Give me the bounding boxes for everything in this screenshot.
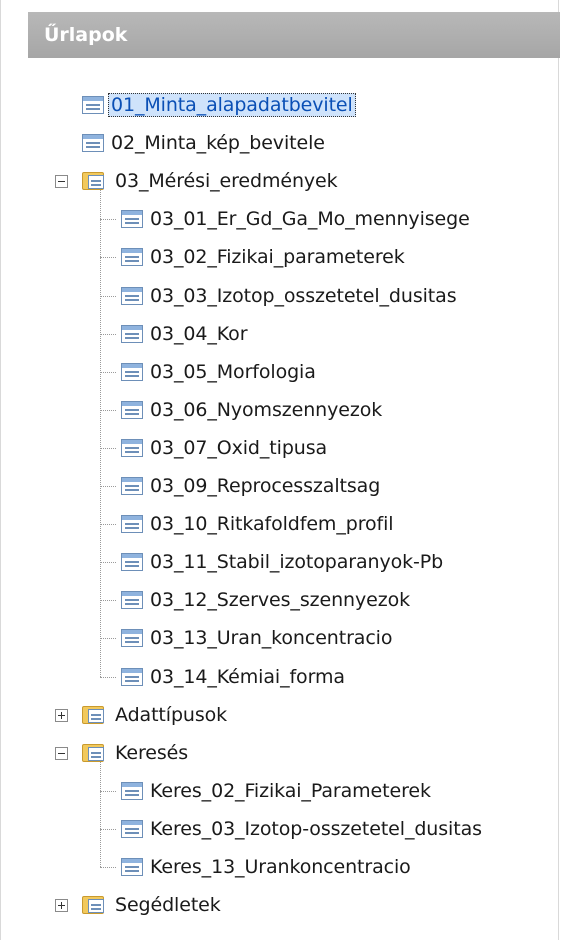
form-icon (121, 287, 143, 305)
tree-connector (100, 677, 116, 678)
tree-item[interactable]: 03_11_Stabil_izotoparanyok-Pb (121, 543, 443, 581)
tree-item-label: Segédletek (115, 894, 221, 916)
tree-item-label: 03_07_Oxid_tipusa (150, 437, 328, 459)
tree-connector (100, 486, 116, 487)
form-icon (121, 553, 143, 571)
tree-item[interactable]: Keres_13_Urankoncentracio (121, 848, 411, 886)
tree-item-label: 03_03_Izotop_osszetetel_dusitas (150, 285, 457, 307)
form-icon (121, 439, 143, 457)
tree-item[interactable]: 03_05_Morfologia (121, 353, 316, 391)
form-icon (121, 210, 143, 228)
folder-icon (82, 895, 106, 915)
tree-item[interactable]: 02_Minta_kép_bevitele (82, 124, 325, 162)
tree-connector (100, 524, 116, 525)
tree-item[interactable]: Keres_02_Fizikai_Parameterek (121, 772, 431, 810)
tree-connector (100, 867, 116, 868)
tree-group[interactable]: Keresés (55, 734, 188, 772)
tree-connector (100, 562, 116, 563)
expand-toggle-icon[interactable] (55, 898, 68, 912)
form-icon (121, 515, 143, 533)
tree-connector (100, 190, 101, 677)
form-icon (121, 477, 143, 495)
tree-item[interactable]: 01_Minta_alapadatbevitel (82, 86, 356, 124)
folder-icon (82, 705, 106, 725)
tree-item-label: 01_Minta_alapadatbevitel (108, 93, 356, 117)
form-icon (121, 782, 143, 800)
tree-item-label: 03_06_Nyomszennyezok (150, 399, 383, 421)
collapse-toggle-icon[interactable] (55, 746, 68, 760)
collapse-toggle-icon[interactable] (55, 174, 68, 188)
tree-connector (100, 762, 101, 867)
tree-item-label: 03_12_Szerves_szennyezok (150, 589, 411, 611)
tree-connector (100, 257, 116, 258)
tree-item[interactable]: Keres_03_Izotop-osszetetel_dusitas (121, 810, 482, 848)
tree-item-label: 03_Mérési_eredmények (115, 170, 338, 192)
tree-item-label: Keres_02_Fizikai_Parameterek (150, 780, 431, 802)
form-icon (121, 248, 143, 266)
tree-item[interactable]: 03_13_Uran_koncentracio (121, 619, 392, 657)
navigation-pane: Űrlapok 01_Minta_alapadatbevitel 02_Minta… (0, 0, 560, 940)
tree-item-label: 03_09_Reprocesszaltsag (150, 475, 381, 497)
tree-item-label: Adattípusok (115, 704, 228, 726)
tree-item[interactable]: 03_06_Nyomszennyezok (121, 391, 382, 429)
tree-item-label: 03_11_Stabil_izotoparanyok-Pb (150, 551, 444, 573)
tree-item-label: 03_10_Ritkafoldfem_profil (150, 513, 394, 535)
tree-item-label: Keresés (115, 742, 189, 764)
tree-item[interactable]: 03_10_Ritkafoldfem_profil (121, 505, 394, 543)
form-icon (121, 668, 143, 686)
tree-group[interactable]: 03_Mérési_eredmények (55, 162, 338, 200)
form-icon (121, 591, 143, 609)
tree-connector (100, 600, 116, 601)
form-icon (121, 363, 143, 381)
form-icon (121, 858, 143, 876)
expand-toggle-icon[interactable] (55, 708, 68, 722)
tree-item-label: 03_02_Fizikai_parameterek (150, 246, 405, 268)
tree-connector (100, 410, 116, 411)
tree-item-label: Keres_03_Izotop-osszetetel_dusitas (150, 818, 482, 840)
tree-item-label: 02_Minta_kép_bevitele (111, 132, 325, 154)
tree-connector (100, 296, 116, 297)
tree-item-label: 03_13_Uran_koncentracio (150, 627, 393, 649)
tree-item[interactable]: 03_12_Szerves_szennyezok (121, 581, 410, 619)
tree-item-label: 03_14_Kémiai_forma (150, 666, 345, 688)
tree-connector (100, 448, 116, 449)
form-icon (121, 401, 143, 419)
tree-item[interactable]: 03_07_Oxid_tipusa (121, 429, 327, 467)
tree-connector (100, 219, 116, 220)
tree-item[interactable]: 03_02_Fizikai_parameterek (121, 238, 405, 276)
form-icon (82, 134, 104, 152)
pane-title: Űrlapok (44, 24, 128, 46)
pane-header[interactable]: Űrlapok (28, 12, 560, 58)
form-icon (121, 325, 143, 343)
tree-item-label: 03_04_Kor (150, 323, 248, 345)
folder-icon (82, 171, 106, 191)
form-icon (82, 96, 104, 114)
folder-icon (82, 743, 106, 763)
tree-group[interactable]: Adattípusok (55, 696, 227, 734)
tree-connector (100, 334, 116, 335)
tree-item-label: Keres_13_Urankoncentracio (150, 856, 411, 878)
form-icon (121, 820, 143, 838)
form-icon (121, 629, 143, 647)
tree-connector (100, 372, 116, 373)
tree-connector (100, 791, 116, 792)
tree-connector (100, 829, 116, 830)
tree-connector (100, 638, 116, 639)
tree-item[interactable]: 03_01_Er_Gd_Ga_Mo_mennyisege (121, 200, 470, 238)
tree-item-label: 03_01_Er_Gd_Ga_Mo_mennyisege (150, 208, 470, 230)
tree-item[interactable]: 03_04_Kor (121, 315, 248, 353)
tree-group[interactable]: Segédletek (55, 886, 221, 924)
tree-item[interactable]: 03_03_Izotop_osszetetel_dusitas (121, 277, 457, 315)
tree-item[interactable]: 03_14_Kémiai_forma (121, 658, 345, 696)
tree-item-label: 03_05_Morfologia (150, 361, 316, 383)
tree-item[interactable]: 03_09_Reprocesszaltsag (121, 467, 380, 505)
